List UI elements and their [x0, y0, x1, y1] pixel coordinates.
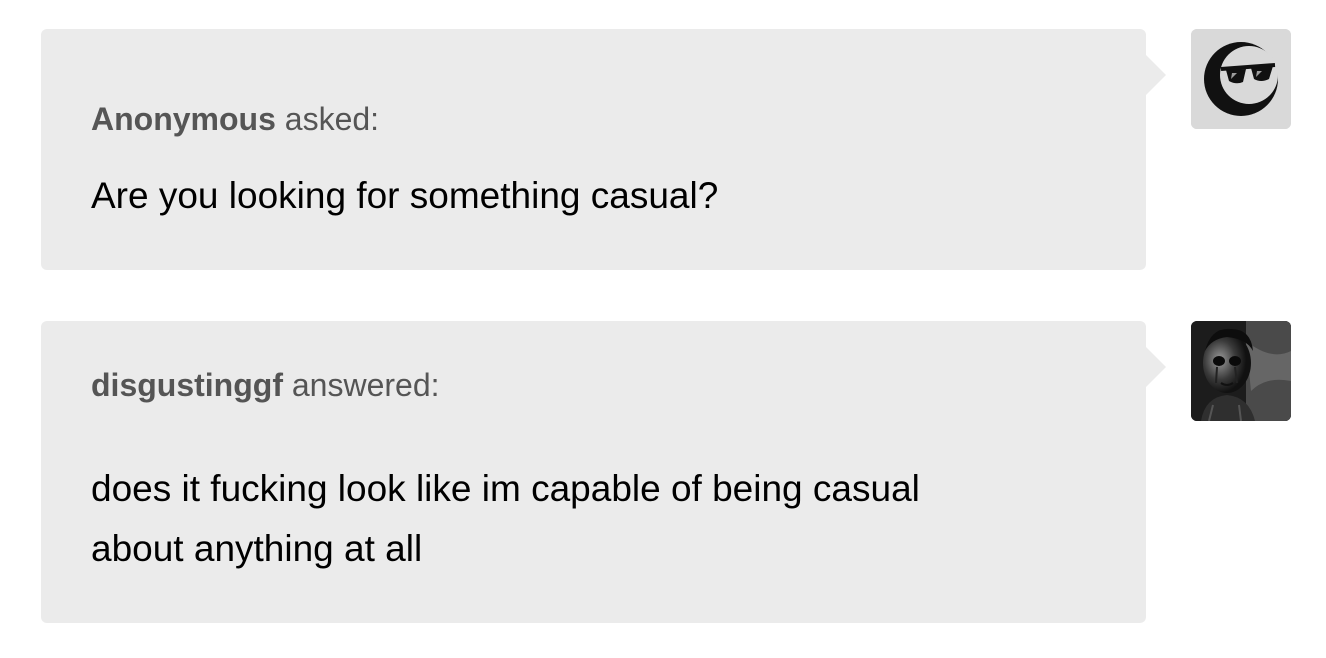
user-photo-avatar: [1191, 321, 1291, 421]
answer-header: disgustinggf answered:: [91, 367, 440, 404]
anonymous-sunglasses-icon: [1191, 29, 1291, 129]
ask-bubble: Anonymous asked: Are you looking for som…: [41, 29, 1166, 270]
ask-header: Anonymous asked:: [91, 101, 379, 138]
asked-label: asked:: [284, 101, 380, 137]
user-avatar[interactable]: [1191, 321, 1291, 421]
anonymous-avatar: [1191, 29, 1291, 129]
answered-label: answered:: [291, 367, 440, 403]
answer-line: about anything at all: [91, 528, 423, 569]
answer-bubble: disgustinggf answered: does it fucking l…: [41, 321, 1166, 623]
answer-line: does it fucking look like im capable of …: [91, 468, 920, 509]
answer-text: does it fucking look like im capable of …: [91, 459, 1106, 579]
question-text: Are you looking for something casual?: [91, 175, 719, 216]
asker-name[interactable]: Anonymous: [91, 101, 276, 137]
answerer-name[interactable]: disgustinggf: [91, 367, 283, 403]
